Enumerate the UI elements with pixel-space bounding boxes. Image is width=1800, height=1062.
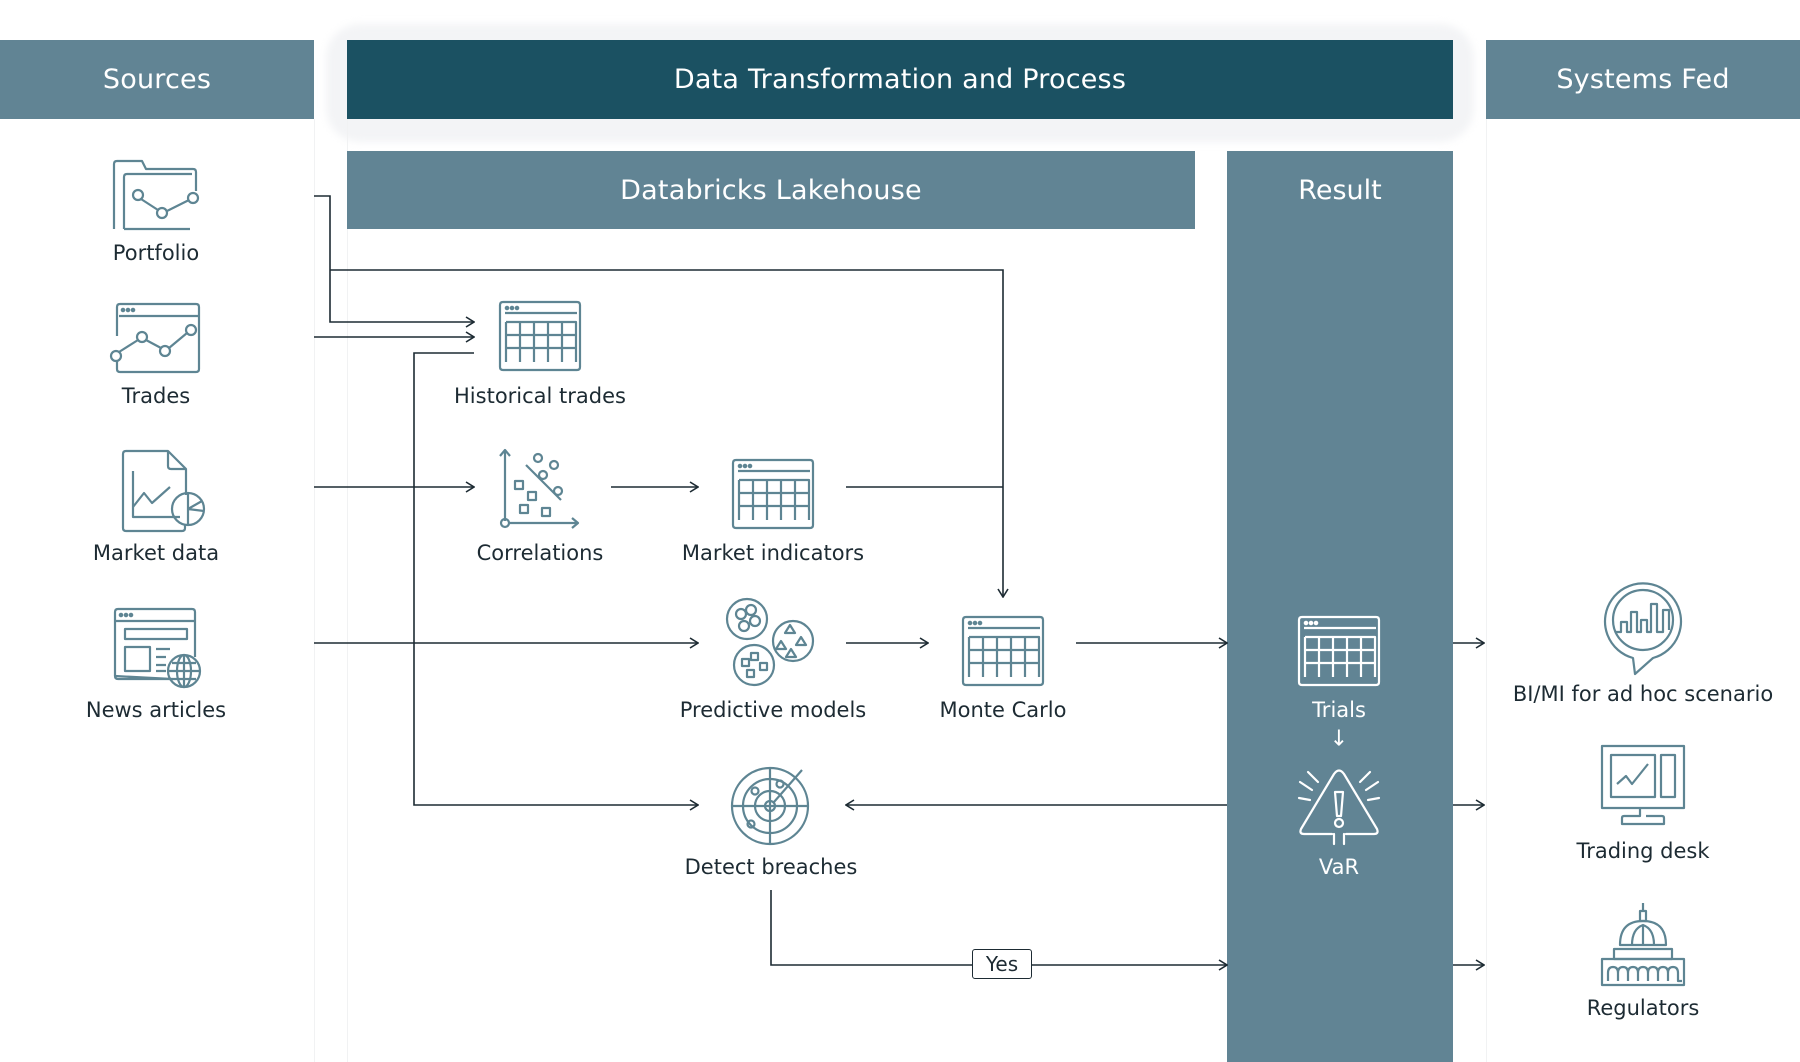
data-table-icon xyxy=(731,458,815,530)
wire-historical-to-breaches xyxy=(413,352,698,805)
folder-chart-icon xyxy=(112,159,200,231)
source-label-portfolio: Portfolio xyxy=(112,241,200,265)
monitor-chart-icon xyxy=(1600,744,1686,826)
radar-icon xyxy=(730,766,810,846)
process-label-predictive-models: Predictive models xyxy=(679,698,867,722)
capitol-building-icon xyxy=(1600,903,1686,987)
chart-speech-bubble-icon xyxy=(1603,582,1683,676)
news-globe-icon xyxy=(113,607,202,689)
clusters-icon xyxy=(725,597,815,687)
source-label-news-articles: News articles xyxy=(85,698,227,722)
process-label-correlations: Correlations xyxy=(476,541,604,565)
source-label-market-data: Market data xyxy=(92,541,220,565)
source-label-trades: Trades xyxy=(121,384,191,408)
data-table-icon xyxy=(961,615,1045,687)
process-label-historical-trades: Historical trades xyxy=(454,384,626,408)
system-label-regulators: Regulators xyxy=(1586,996,1700,1020)
document-chart-icon xyxy=(121,449,206,533)
connector-wires xyxy=(314,195,1800,1062)
result-label-trials: Trials xyxy=(1312,698,1366,722)
warning-alert-icon xyxy=(1297,769,1381,846)
yes-decision-label: Yes xyxy=(972,949,1032,979)
process-label-market-indicators: Market indicators xyxy=(681,541,865,565)
trials-table-icon xyxy=(1297,615,1381,687)
yes-label-text: Yes xyxy=(985,952,1019,976)
wire-portfolio-to-montecarlo xyxy=(330,269,1003,597)
data-table-icon xyxy=(498,300,582,372)
process-label-monte-carlo: Monte Carlo xyxy=(939,698,1067,722)
system-label-bimi: BI/MI for ad hoc scenario xyxy=(1512,682,1774,706)
browser-line-chart-icon xyxy=(109,302,201,374)
scatter-correlation-icon xyxy=(499,448,580,529)
result-label-var: VaR xyxy=(1318,855,1360,879)
down-arrow-icon: ↓ xyxy=(1329,726,1349,752)
wire-portfolio-to-historical xyxy=(314,195,474,322)
process-label-detect-breaches: Detect breaches xyxy=(684,855,858,879)
system-label-trading-desk: Trading desk xyxy=(1576,839,1710,863)
